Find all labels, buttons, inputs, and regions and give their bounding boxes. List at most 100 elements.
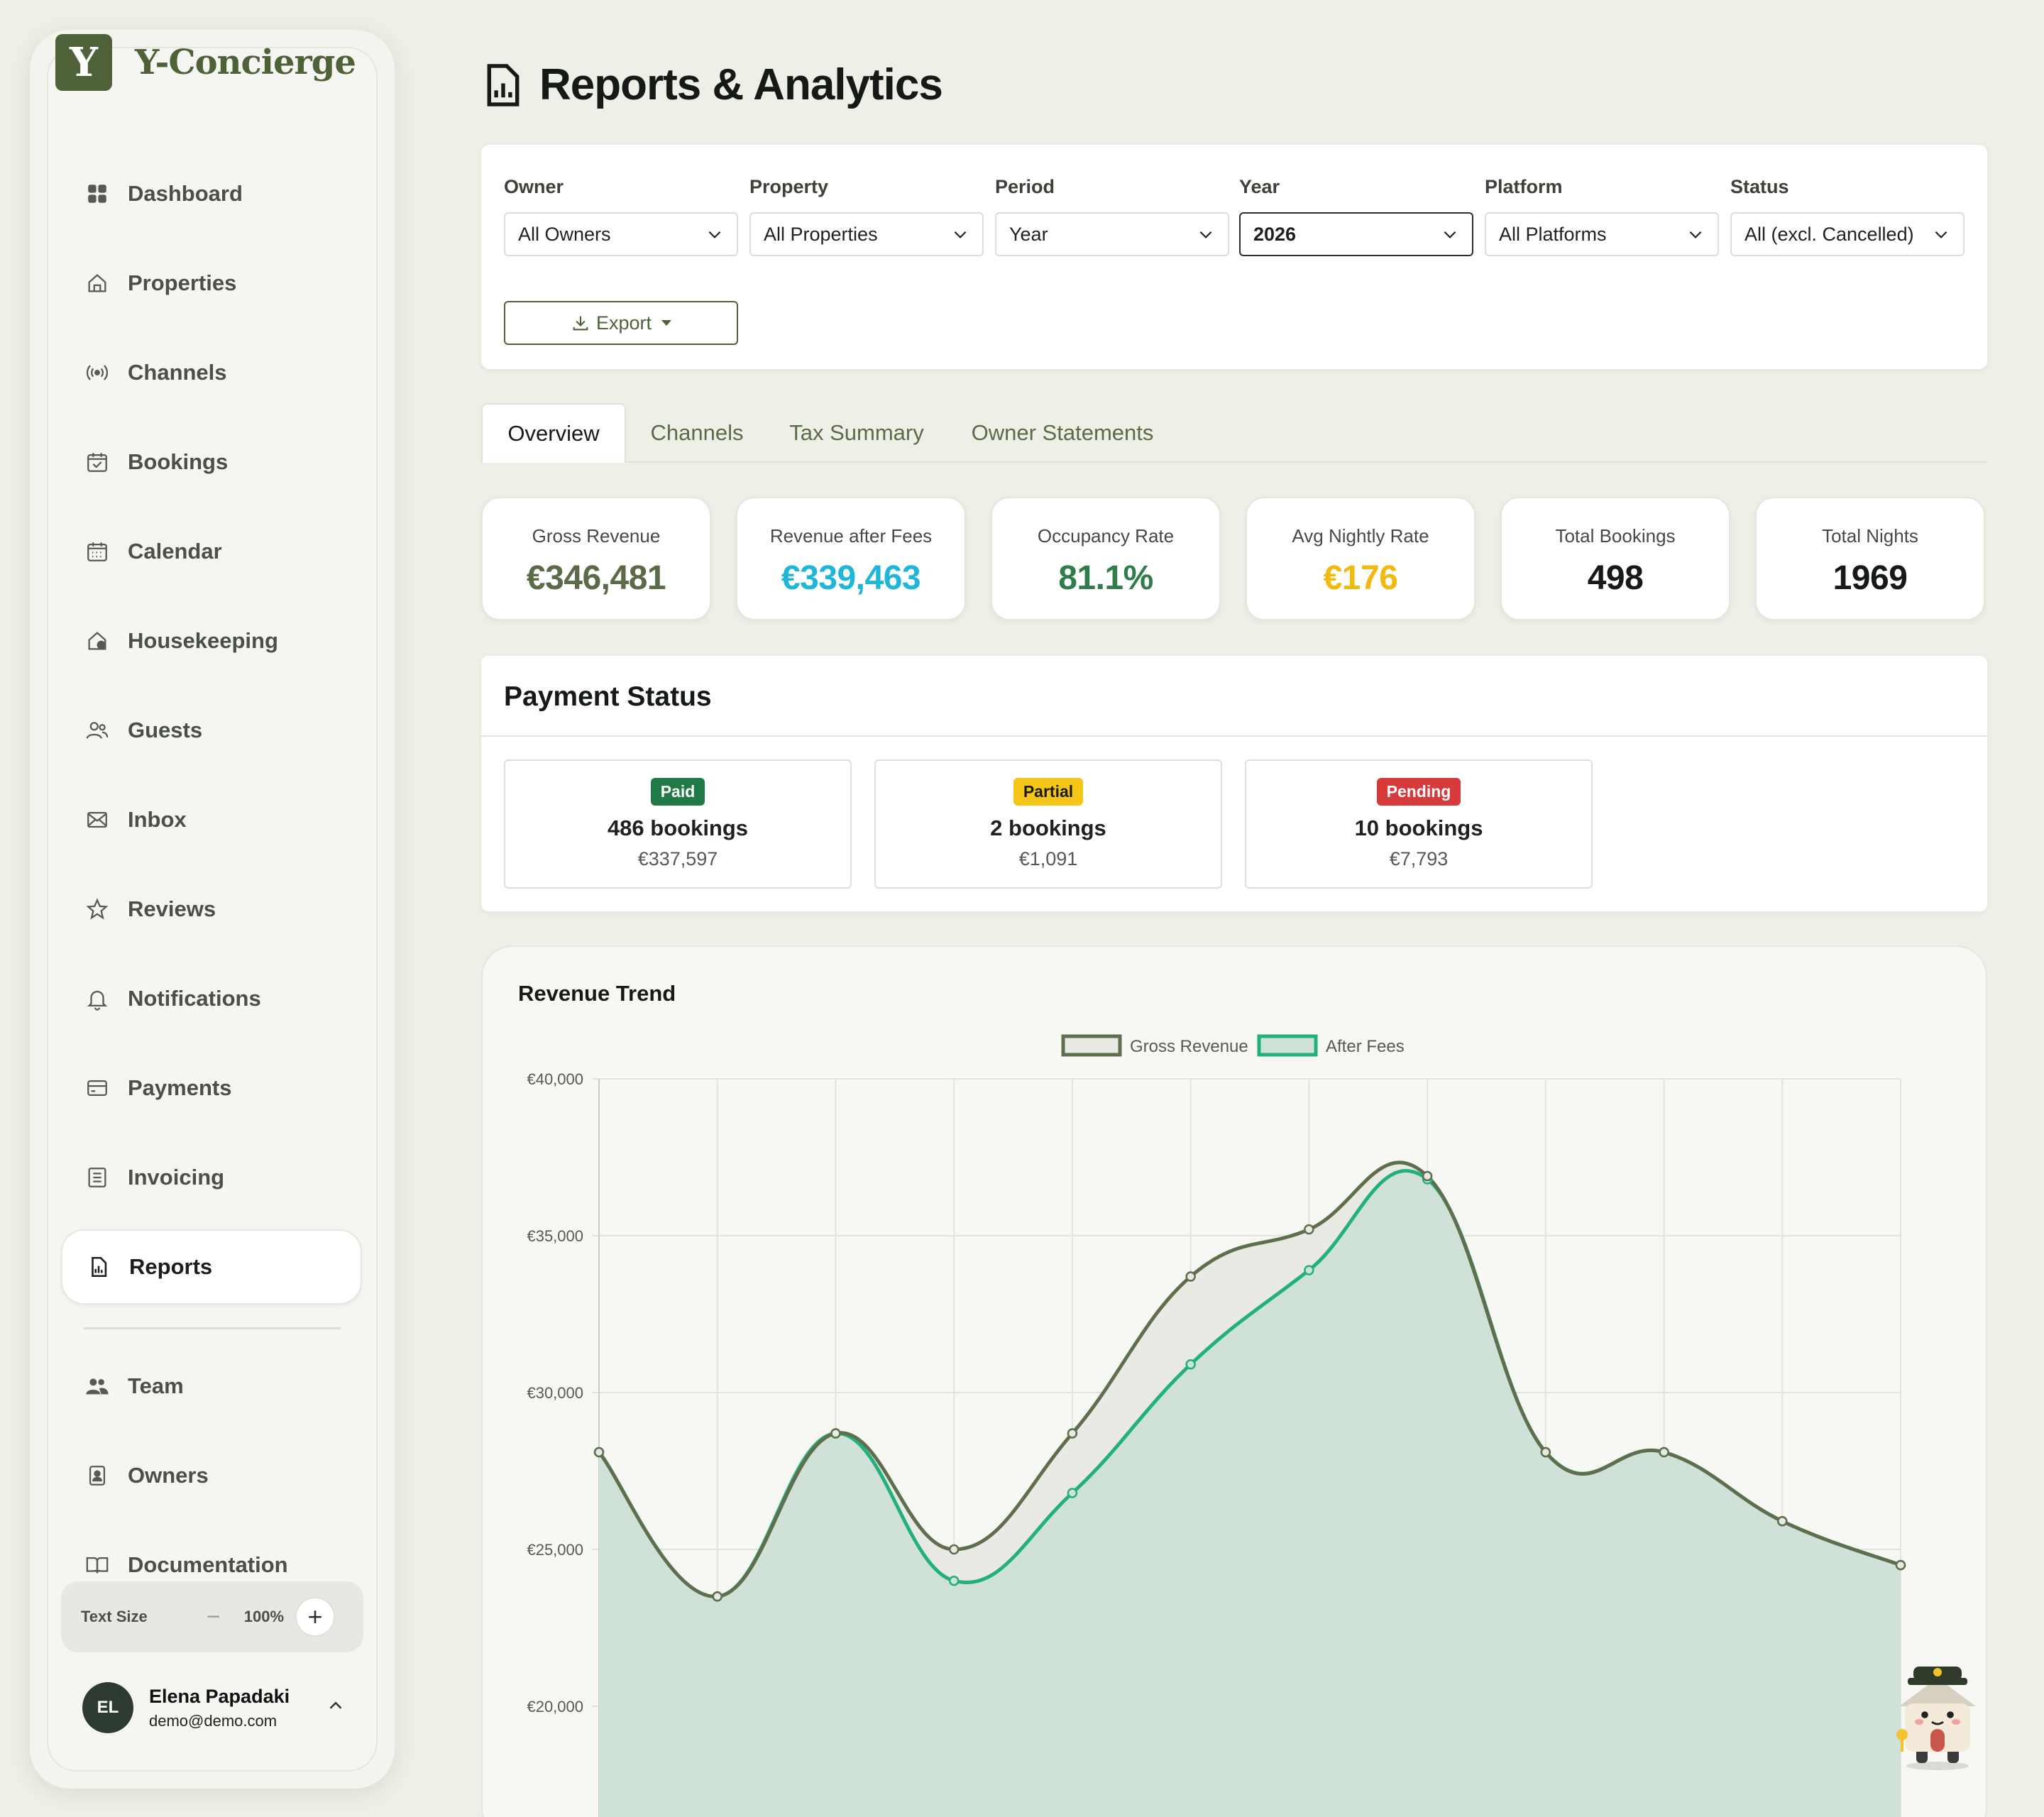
user-name: Elena Papadaki xyxy=(149,1685,290,1707)
platform-select[interactable]: All Platforms xyxy=(1485,212,1719,256)
text-size-decrease-button[interactable]: − xyxy=(194,1598,233,1636)
data-point xyxy=(1777,1515,1788,1527)
credit-card-icon xyxy=(85,1076,109,1100)
data-point xyxy=(1067,1428,1078,1439)
chevron-up-icon[interactable] xyxy=(325,1695,346,1716)
data-point xyxy=(1895,1559,1906,1571)
status-select[interactable]: All (excl. Cancelled) xyxy=(1730,212,1965,256)
period-select[interactable]: Year xyxy=(995,212,1229,256)
sidebar-item-invoicing[interactable]: Invoicing xyxy=(61,1140,362,1215)
sidebar-item-dashboard[interactable]: Dashboard xyxy=(61,156,362,231)
sidebar-item-payments[interactable]: Payments xyxy=(61,1050,362,1126)
calendar-grid-icon xyxy=(85,539,109,564)
sidebar-item-owners[interactable]: Owners xyxy=(61,1438,362,1513)
legend-swatch xyxy=(1061,1034,1122,1057)
data-point xyxy=(1659,1447,1669,1458)
report-icon xyxy=(87,1255,111,1279)
sidebar-item-team[interactable]: Team xyxy=(61,1349,362,1424)
property-select[interactable]: All Properties xyxy=(749,212,984,256)
payment-status-card: Payment Status Paid 486 bookings €337,59… xyxy=(481,656,1987,911)
house-clean-icon xyxy=(85,629,109,653)
payment-status-pending: Pending 10 bookings €7,793 xyxy=(1245,759,1593,889)
mascot-icon[interactable] xyxy=(1888,1658,1987,1772)
avatar: EL xyxy=(82,1682,133,1733)
brand[interactable]: Y Y-Concierge xyxy=(55,34,356,91)
text-size-increase-button[interactable]: + xyxy=(295,1597,336,1637)
page-header: Reports & Analytics xyxy=(485,60,943,110)
sidebar-item-label: Reviews xyxy=(128,896,216,921)
tab-overview[interactable]: Overview xyxy=(481,403,626,463)
sidebar-item-reviews[interactable]: Reviews xyxy=(61,872,362,947)
sidebar-item-notifications[interactable]: Notifications xyxy=(61,961,362,1036)
kpi-value: 81.1% xyxy=(1058,559,1153,597)
chevron-down-icon xyxy=(1444,231,1456,238)
payment-count: 486 bookings xyxy=(607,816,749,840)
data-point xyxy=(830,1428,841,1439)
data-point xyxy=(1185,1271,1196,1282)
filter-year: Year 2026 xyxy=(1239,176,1473,256)
y-tick-label: €30,000 xyxy=(527,1384,583,1402)
filter-label: Status xyxy=(1730,176,1789,197)
report-icon xyxy=(487,63,520,106)
sidebar-item-bookings[interactable]: Bookings xyxy=(61,424,362,500)
filter-period: Period Year xyxy=(995,176,1229,256)
filter-platform: Platform All Platforms xyxy=(1485,176,1719,256)
chevron-down-icon xyxy=(1935,231,1947,238)
broadcast-icon xyxy=(85,361,109,385)
sidebar-divider xyxy=(84,1327,341,1329)
sidebar-item-label: Documentation xyxy=(128,1552,288,1577)
tab-channels[interactable]: Channels xyxy=(626,403,768,463)
sidebar-item-housekeeping[interactable]: Housekeeping xyxy=(61,603,362,679)
sidebar-item-calendar[interactable]: Calendar xyxy=(61,514,362,589)
user-menu[interactable]: EL Elena Papadaki demo@demo.com xyxy=(82,1682,352,1733)
sidebar-item-label: Payments xyxy=(128,1075,232,1100)
status-badge: Pending xyxy=(1376,778,1461,806)
year-select[interactable]: 2026 xyxy=(1239,212,1473,256)
bell-icon xyxy=(85,987,109,1011)
export-button[interactable]: Export xyxy=(504,301,738,345)
filter-label: Property xyxy=(749,176,829,197)
book-icon xyxy=(85,1553,109,1577)
sidebar-item-properties[interactable]: Properties xyxy=(61,246,362,321)
kpi-label: Gross Revenue xyxy=(532,525,661,547)
filter-label: Period xyxy=(995,176,1055,197)
revenue-trend-chart: €40,000 €35,000 €30,000 €25,000 €20,000 Gross… xyxy=(527,1034,1906,1817)
tab-tax-summary[interactable]: Tax Summary xyxy=(768,403,945,463)
data-point xyxy=(948,1544,960,1555)
status-badge: Partial xyxy=(1013,778,1084,806)
sidebar-item-label: Notifications xyxy=(128,986,261,1011)
status-badge: Paid xyxy=(650,778,705,806)
sidebar-item-guests[interactable]: Guests xyxy=(61,693,362,768)
data-point xyxy=(593,1447,605,1458)
revenue-trend-card: Revenue Trend €40,000 €35,000 €30,000 €25,0… xyxy=(481,945,1987,1817)
sidebar-item-channels[interactable]: Channels xyxy=(61,335,362,410)
invoice-icon xyxy=(85,1165,109,1190)
user-info: Elena Papadaki demo@demo.com xyxy=(149,1686,290,1730)
kpi-card: Total Bookings 498 xyxy=(1500,497,1730,620)
sidebar-item-reports[interactable]: Reports xyxy=(61,1229,362,1305)
y-tick-label: €40,000 xyxy=(527,1070,583,1088)
page-title: Reports & Analytics xyxy=(539,60,943,109)
sidebar-item-label: Properties xyxy=(128,270,237,295)
owner-select[interactable]: All Owners xyxy=(504,212,738,256)
tab-owner-statements[interactable]: Owner Statements xyxy=(945,403,1180,463)
calendar-check-icon xyxy=(85,450,109,474)
payment-amount: €1,091 xyxy=(1018,848,1078,869)
select-value: All Platforms xyxy=(1499,223,1607,245)
filter-label: Platform xyxy=(1485,176,1563,197)
sidebar-item-label: Dashboard xyxy=(128,181,243,206)
chevron-down-icon xyxy=(708,231,721,238)
sidebar-item-inbox[interactable]: Inbox xyxy=(61,782,362,857)
kpi-label: Total Nights xyxy=(1822,525,1918,547)
y-tick-label: €20,000 xyxy=(527,1698,583,1716)
select-value: Year xyxy=(1009,223,1048,245)
user-email: demo@demo.com xyxy=(149,1711,278,1730)
kpi-card: Occupancy Rate 81.1% xyxy=(991,497,1221,620)
chevron-down-icon xyxy=(1199,231,1212,238)
data-point xyxy=(948,1575,960,1586)
select-value: All (excl. Cancelled) xyxy=(1744,223,1914,245)
sidebar-item-label: Bookings xyxy=(128,449,229,474)
dashboard-icon xyxy=(85,182,109,206)
kpi-label: Total Bookings xyxy=(1555,525,1676,547)
kpi-value: 1969 xyxy=(1833,559,1908,597)
